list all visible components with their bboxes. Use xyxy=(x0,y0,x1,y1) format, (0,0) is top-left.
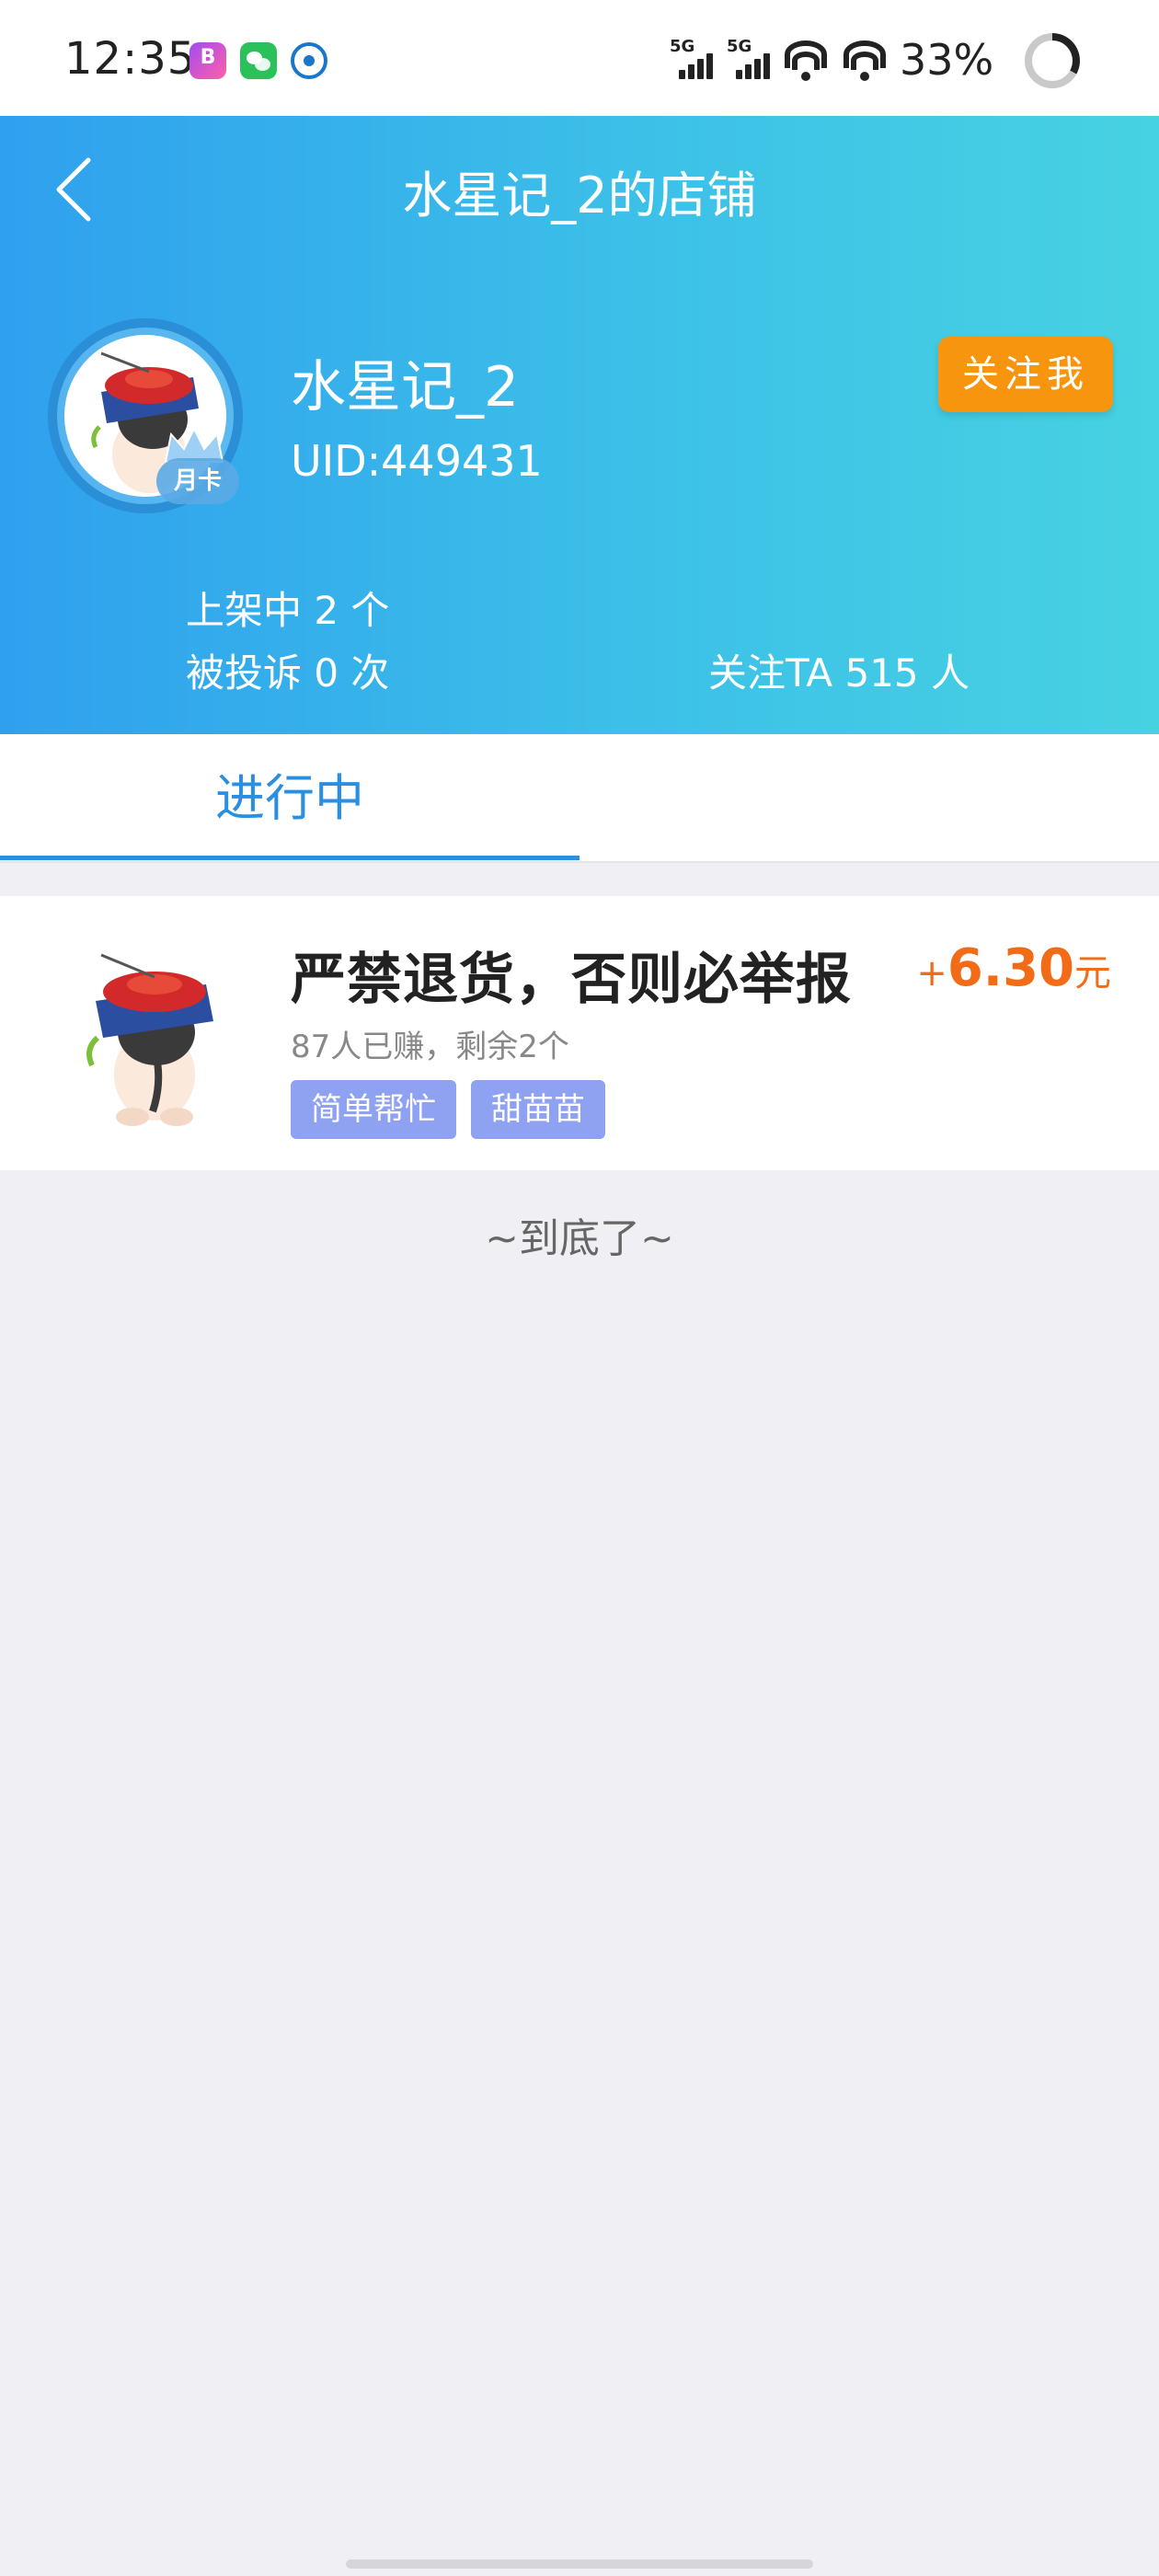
page-title: 水星记_2的店铺 xyxy=(402,167,757,224)
vip-badge: 月卡 xyxy=(156,458,239,504)
tab-bar: 进行中 xyxy=(0,734,1159,863)
shop-uid: UID:449431 xyxy=(291,436,543,486)
tab-in-progress[interactable]: 进行中 xyxy=(0,734,580,863)
stat-complaints: 被投诉 0 次 xyxy=(186,650,390,696)
task-tag: 简单帮忙 xyxy=(291,1080,456,1139)
signal-icon: 5G xyxy=(727,37,773,83)
shop-username: 水星记_2 xyxy=(291,355,520,420)
task-card[interactable]: 严禁退货，否则必举报 +6.30元 87人已赚，剩余2个 简单帮忙 甜苗苗 xyxy=(0,896,1159,1170)
task-thumbnail xyxy=(64,937,230,1130)
status-bar: 12:35 5G 5G 33% xyxy=(0,0,1159,116)
list-end-text: ~到底了~ xyxy=(485,1215,674,1262)
wifi-icon xyxy=(784,39,828,81)
task-meta: 87人已赚，剩余2个 xyxy=(291,1029,569,1065)
signal-icon: 5G xyxy=(670,37,716,83)
bank-app-icon xyxy=(189,42,226,79)
home-indicator[interactable] xyxy=(346,2559,813,2569)
task-title: 严禁退货，否则必举报 xyxy=(291,948,852,1012)
shop-header: 水星记_2的店铺 月卡 水星记_2 UID:449431 关注我 上架中 2 个… xyxy=(0,116,1159,734)
price-prefix: + xyxy=(916,952,947,995)
network-type-label: 5G xyxy=(727,37,752,56)
task-tag: 甜苗苗 xyxy=(471,1080,605,1139)
price-unit: 元 xyxy=(1074,952,1111,995)
battery-percent: 33% xyxy=(900,35,994,85)
stat-followers: 关注TA 515 人 xyxy=(708,650,970,696)
network-type-label: 5G xyxy=(670,37,695,56)
battery-icon xyxy=(1025,33,1080,88)
cmb-icon xyxy=(291,42,327,79)
wifi-icon xyxy=(843,39,887,81)
price-amount: 6.30 xyxy=(947,938,1074,998)
follow-button[interactable]: 关注我 xyxy=(938,337,1113,412)
wechat-icon xyxy=(240,42,277,79)
tab-underline xyxy=(0,856,580,860)
stat-listed: 上架中 2 个 xyxy=(186,588,390,633)
avatar[interactable]: 月卡 xyxy=(48,318,243,513)
status-time: 12:35 xyxy=(64,33,197,85)
task-price: +6.30元 xyxy=(916,938,1111,998)
